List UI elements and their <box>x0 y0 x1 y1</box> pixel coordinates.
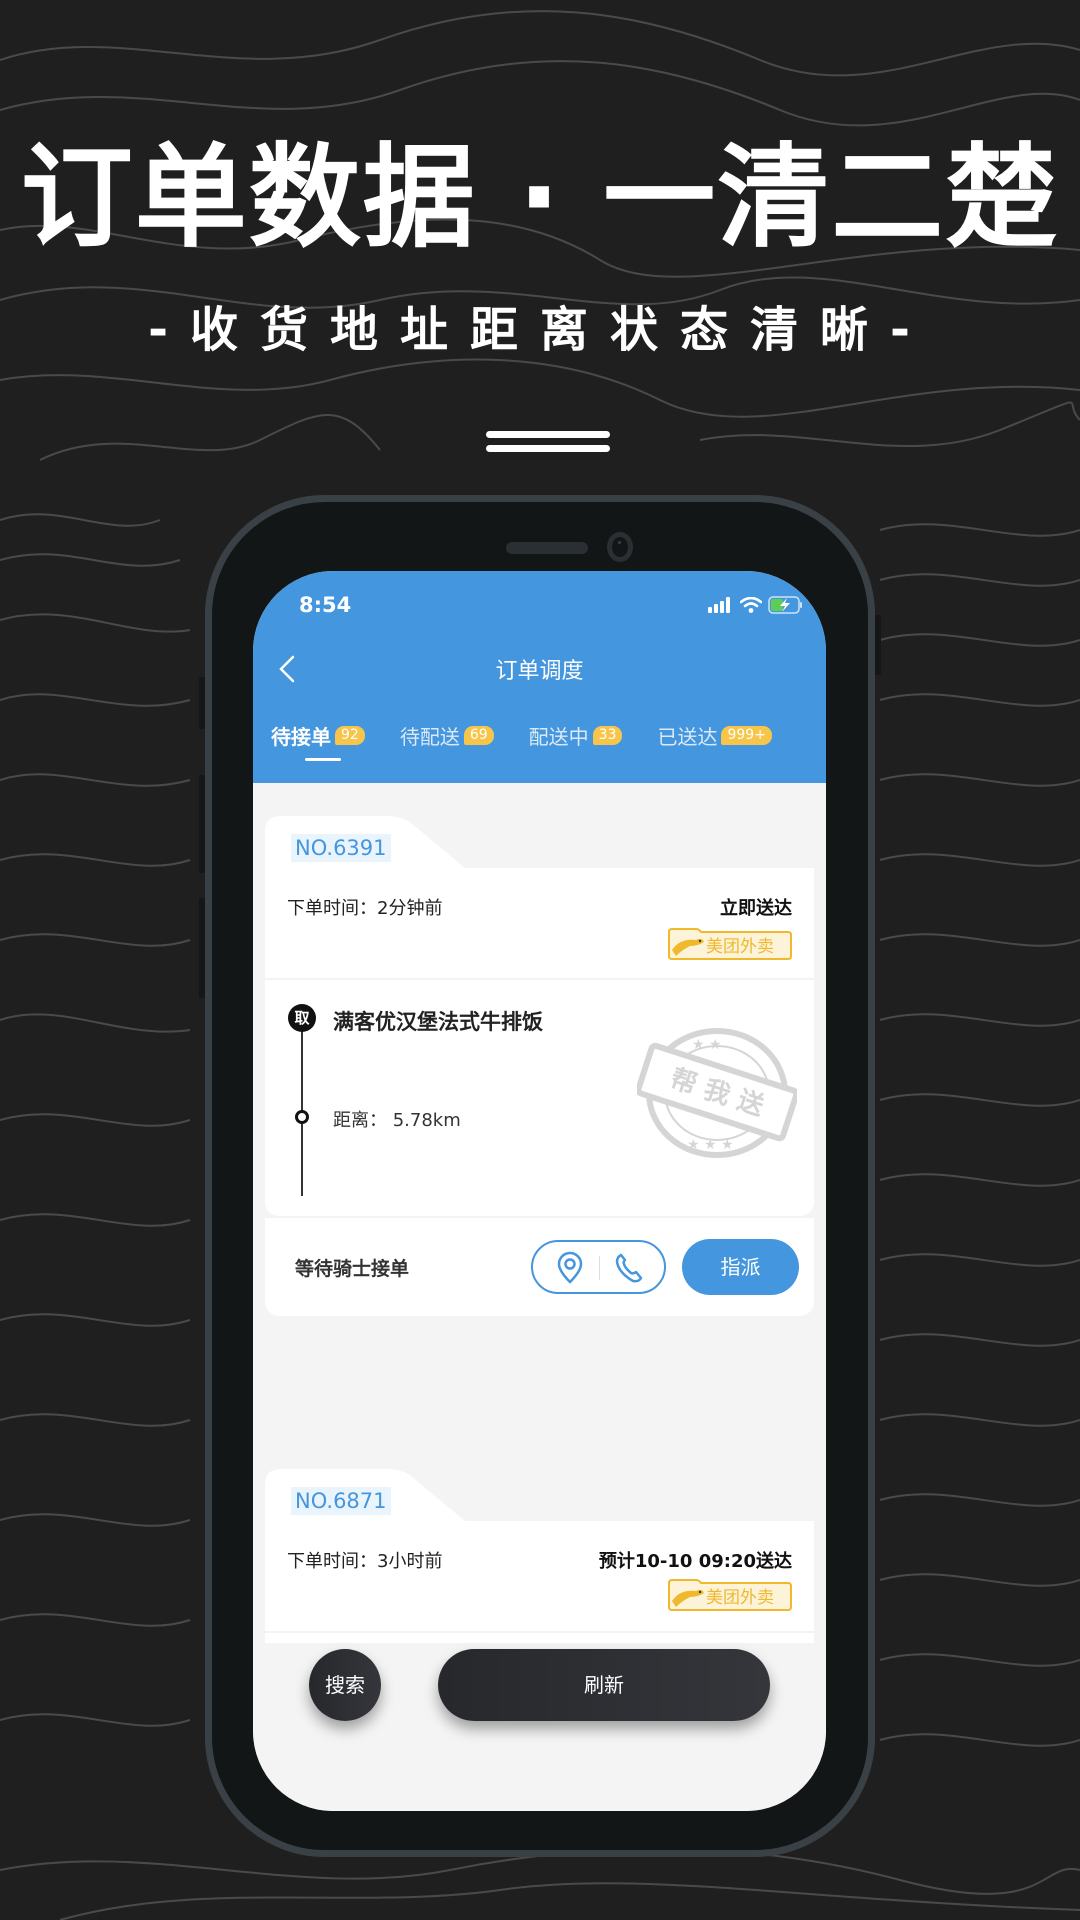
page-title: 订单调度 <box>495 659 584 684</box>
delivery-time: 立即送达 <box>720 898 792 919</box>
distance-node <box>295 1110 309 1124</box>
tab-label: 配送中 <box>528 725 589 749</box>
status-time: 8:54 <box>299 593 352 617</box>
phone-icon[interactable] <box>613 1251 645 1285</box>
tab-label: 已送达 <box>657 725 718 749</box>
tab-active-indicator <box>305 758 341 761</box>
order-actions-row: 等待骑士接单 指派 <box>265 1216 814 1326</box>
divider <box>265 1631 814 1633</box>
tab-count-badge: 999+ <box>721 726 772 745</box>
platform-name: 美团外卖 <box>706 1588 774 1608</box>
phone-camera <box>607 532 633 562</box>
app-screen: 8:54 订单调度 待接单 92 待配送 69 配送中 33 已送达 999+ … <box>253 571 826 1811</box>
tab-count-badge: 92 <box>335 726 365 745</box>
search-button[interactable]: 搜索 <box>309 1649 381 1721</box>
tab-count-badge: 33 <box>592 726 623 745</box>
help-me-deliver-stamp: 帮 我 送 ★ ★ ★ ★ ★ <box>637 1028 797 1158</box>
tab-label: 待接单 <box>271 725 331 749</box>
hero-title: 订单数据 · 一清二楚 <box>20 133 1060 263</box>
tab-label: 待配送 <box>399 725 460 749</box>
tab-delivered[interactable]: 已送达 999+ <box>657 721 772 750</box>
refresh-button[interactable]: 刷新 <box>438 1649 770 1721</box>
platform-name: 美团外卖 <box>706 937 774 957</box>
meituan-platform-badge: 美团外卖 <box>668 1579 792 1611</box>
wifi-icon <box>740 597 762 613</box>
divider <box>265 978 814 980</box>
delivery-time: 预计10-10 09:20送达 <box>598 1551 792 1572</box>
pickup-marker: 取 <box>288 1004 316 1032</box>
signal-icon <box>708 597 730 613</box>
location-pin-icon[interactable] <box>555 1251 585 1285</box>
pickup-shop-name: 满客优汉堡法式牛排饭 <box>333 1010 543 1034</box>
order-number: NO.6391 <box>291 834 391 862</box>
assign-button[interactable]: 指派 <box>682 1239 799 1295</box>
order-number: NO.6871 <box>291 1487 391 1515</box>
order-time: 下单时间：2分钟前 <box>287 898 443 919</box>
order-card[interactable]: NO.6391 下单时间：2分钟前 立即送达 美团外卖 取 满客优汉堡法式牛排饭… <box>265 816 814 1250</box>
app-header: 8:54 订单调度 待接单 92 待配送 69 配送中 33 已送达 999+ <box>253 571 826 783</box>
tab-pending-delivery[interactable]: 待配送 69 <box>400 721 494 750</box>
tab-pending-accept[interactable]: 待接单 92 <box>271 721 365 761</box>
order-status-text: 等待骑士接单 <box>295 1258 410 1280</box>
svg-text:★ ★ ★: ★ ★ ★ <box>687 1137 734 1153</box>
tab-count-badge: 69 <box>463 726 494 745</box>
order-status-tabs: 待接单 92 待配送 69 配送中 33 已送达 999+ <box>271 721 826 761</box>
meituan-platform-badge: 美团外卖 <box>668 928 792 960</box>
icon-separator <box>599 1256 600 1280</box>
hero-subtitle: -收货地址距离状态清晰- <box>148 302 932 358</box>
svg-text:★ ★: ★ ★ <box>692 1037 722 1053</box>
phone-power-button <box>875 615 881 675</box>
phone-speaker <box>506 542 588 554</box>
order-time: 下单时间：3小时前 <box>287 1551 443 1572</box>
battery-charging-icon <box>768 596 802 614</box>
status-icons <box>708 596 804 614</box>
distance-text: 距离： 5.78km <box>333 1110 461 1131</box>
tab-delivering[interactable]: 配送中 33 <box>529 721 623 750</box>
contact-actions <box>531 1240 666 1294</box>
hero-divider-icon <box>486 431 610 459</box>
